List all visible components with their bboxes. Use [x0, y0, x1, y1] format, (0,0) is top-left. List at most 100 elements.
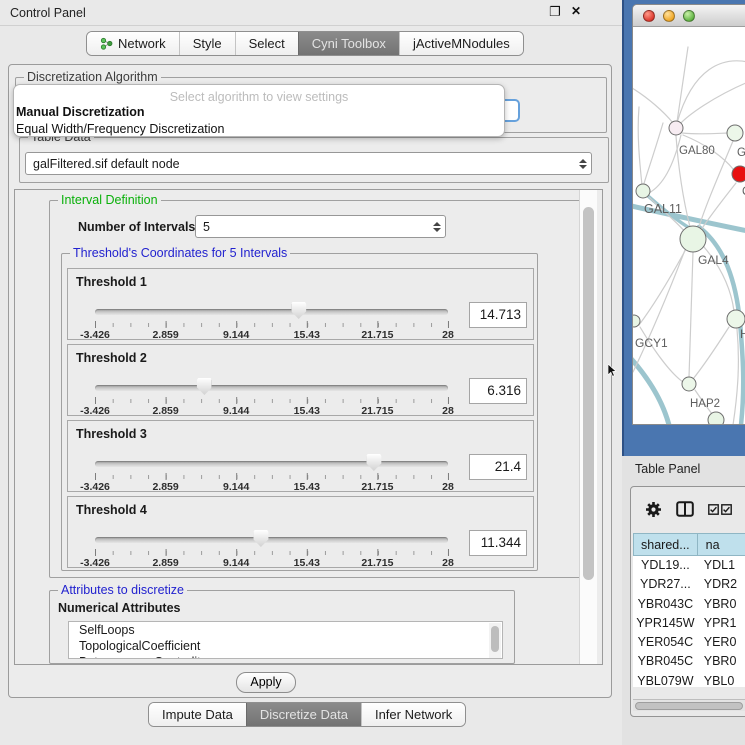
slider-thumb[interactable] — [366, 454, 381, 471]
cell-shared-name[interactable]: YBL079W — [633, 672, 698, 687]
panel-scrollbar-thumb[interactable] — [583, 207, 594, 580]
columns-icon[interactable] — [676, 501, 694, 517]
cell-shared-name[interactable]: YBR045C — [633, 652, 698, 671]
table-row[interactable]: YBR043C YBR0 — [633, 595, 745, 614]
tab[interactable]: jActiveMNodules — [399, 32, 523, 55]
cell-name[interactable]: YDL1 — [698, 556, 745, 575]
select-columns-checkbox-icon[interactable] — [708, 504, 732, 515]
network-svg[interactable]: GAL80GACGAL11GAL4GCY1HHAP2 — [633, 27, 745, 425]
network-edge[interactable] — [689, 252, 693, 377]
tab[interactable]: Cyni Toolbox — [298, 32, 399, 55]
network-edge[interactable] — [639, 249, 686, 325]
cell-name[interactable]: YBR0 — [698, 652, 745, 671]
network-edge[interactable] — [643, 123, 663, 187]
network-node[interactable] — [708, 412, 724, 425]
gear-icon[interactable] — [645, 501, 662, 518]
cell-shared-name[interactable]: YDR27... — [633, 575, 698, 594]
float-window-icon[interactable]: ❐ — [546, 4, 564, 22]
network-edge[interactable] — [677, 47, 688, 122]
cell-name[interactable]: YER0 — [698, 633, 745, 652]
cell-name[interactable]: YPR1 — [698, 614, 745, 633]
threshold-slider[interactable]: -3.426 2.859 9.144 15.43 21.715 28 — [95, 383, 448, 417]
combo-stepper-icon[interactable] — [429, 222, 445, 232]
network-node[interactable] — [682, 377, 696, 391]
network-edge[interactable] — [638, 107, 642, 185]
attributes-scrollbar[interactable] — [489, 623, 501, 659]
algorithm-combo-focus-fragment[interactable] — [505, 99, 520, 122]
combo-stepper-icon[interactable] — [575, 159, 591, 169]
tab[interactable]: Select — [235, 32, 298, 55]
threshold-panel: Threshold 4 -3.426 2.859 9.144 — [67, 496, 534, 568]
num-intervals-combo[interactable]: 5 — [195, 215, 446, 238]
slider-track[interactable] — [95, 461, 448, 467]
slider-track[interactable] — [95, 537, 448, 543]
table-row[interactable]: YBR045C YBR0 — [633, 652, 745, 671]
network-node[interactable] — [727, 310, 745, 328]
column-header-shared-name[interactable]: shared... — [633, 533, 698, 556]
tab[interactable]: Style — [179, 32, 235, 55]
cell-shared-name[interactable]: YPR145W — [633, 614, 698, 633]
table-row[interactable]: YPR145W YPR1 — [633, 614, 745, 633]
slider-ticks — [95, 549, 449, 556]
table-data-combo[interactable]: galFiltered.sif default node — [25, 152, 592, 175]
threshold-value-field[interactable]: 6.316 — [469, 378, 527, 404]
slider-thumb[interactable] — [291, 302, 306, 319]
column-header-name[interactable]: na — [698, 533, 745, 556]
algorithm-option[interactable]: Manual Discretization — [14, 104, 504, 121]
network-node[interactable] — [680, 226, 706, 252]
table-row[interactable]: YDL19... YDL1 — [633, 556, 745, 575]
cell-name[interactable]: YBR0 — [698, 595, 745, 614]
slider-thumb[interactable] — [197, 378, 212, 395]
interval-definition-group: Interval Definition Number of Intervals … — [49, 200, 582, 578]
tab[interactable]: Network — [87, 32, 179, 55]
cell-shared-name[interactable]: YBR043C — [633, 595, 698, 614]
apply-button[interactable]: Apply — [236, 672, 296, 693]
attribute-item[interactable]: TopologicalCoefficient — [69, 638, 502, 654]
bottom-tab[interactable]: Impute Data — [149, 703, 246, 726]
threshold-value-field[interactable]: 11.344 — [469, 530, 527, 556]
threshold-label: Threshold 4 — [76, 503, 147, 517]
mac-zoom-icon[interactable] — [683, 10, 695, 22]
table-hscrollbar-thumb[interactable] — [635, 702, 743, 710]
network-node[interactable] — [727, 125, 743, 141]
network-edge[interactable] — [679, 82, 745, 125]
network-edge[interactable] — [633, 250, 685, 372]
network-edge[interactable] — [682, 133, 728, 134]
slider-track[interactable] — [95, 309, 448, 315]
threshold-value-field[interactable]: 21.4 — [469, 454, 527, 480]
threshold-slider[interactable]: -3.426 2.859 9.144 15.43 21.715 28 — [95, 459, 448, 493]
threshold-slider[interactable]: -3.426 2.859 9.144 15.43 21.715 28 — [95, 535, 448, 569]
algorithm-option[interactable]: Equal Width/Frequency Discretization — [14, 121, 504, 137]
table-row[interactable]: YDR27... YDR2 — [633, 575, 745, 594]
threshold-value-field[interactable]: 14.713 — [469, 302, 527, 328]
mac-minimize-icon[interactable] — [663, 10, 675, 22]
panel-scrollbar[interactable] — [579, 190, 597, 664]
slider-thumb[interactable] — [253, 530, 268, 547]
threshold-slider[interactable]: -3.426 2.859 9.144 15.43 21.715 28 — [95, 307, 448, 341]
attribute-item[interactable]: SelfLoops — [69, 622, 502, 638]
table-hscrollbar[interactable] — [633, 699, 745, 711]
network-edge[interactable] — [733, 329, 738, 425]
cell-name[interactable]: YDR2 — [698, 575, 745, 594]
table-row[interactable]: YER054C YER0 — [633, 633, 745, 652]
slider-track[interactable] — [95, 385, 448, 391]
cell-shared-name[interactable]: YER054C — [633, 633, 698, 652]
threshold-panel: Threshold 3 -3.426 2.859 9.144 — [67, 420, 534, 492]
network-window-titlebar — [633, 5, 745, 27]
discretization-algorithm-title: Discretization Algorithm — [24, 70, 161, 84]
network-edge[interactable] — [677, 61, 745, 123]
table-row[interactable]: YBL079W YBL0 — [633, 672, 745, 687]
cell-shared-name[interactable]: YDL19... — [633, 556, 698, 575]
bottom-tab[interactable]: Infer Network — [361, 703, 465, 726]
bottom-tab[interactable]: Discretize Data — [246, 703, 361, 726]
numerical-attributes-list[interactable]: SelfLoopsTopologicalCoefficientBetweenne… — [68, 621, 503, 659]
mac-close-icon[interactable] — [643, 10, 655, 22]
cell-name[interactable]: YBL0 — [698, 672, 745, 687]
network-node[interactable] — [636, 184, 650, 198]
close-icon[interactable]: ✕ — [567, 4, 585, 22]
network-edge[interactable] — [693, 327, 729, 379]
network-node[interactable] — [732, 166, 745, 182]
network-node[interactable] — [633, 315, 640, 327]
attribute-item[interactable]: BetweennessCentrality — [69, 654, 502, 659]
network-node[interactable] — [669, 121, 683, 135]
